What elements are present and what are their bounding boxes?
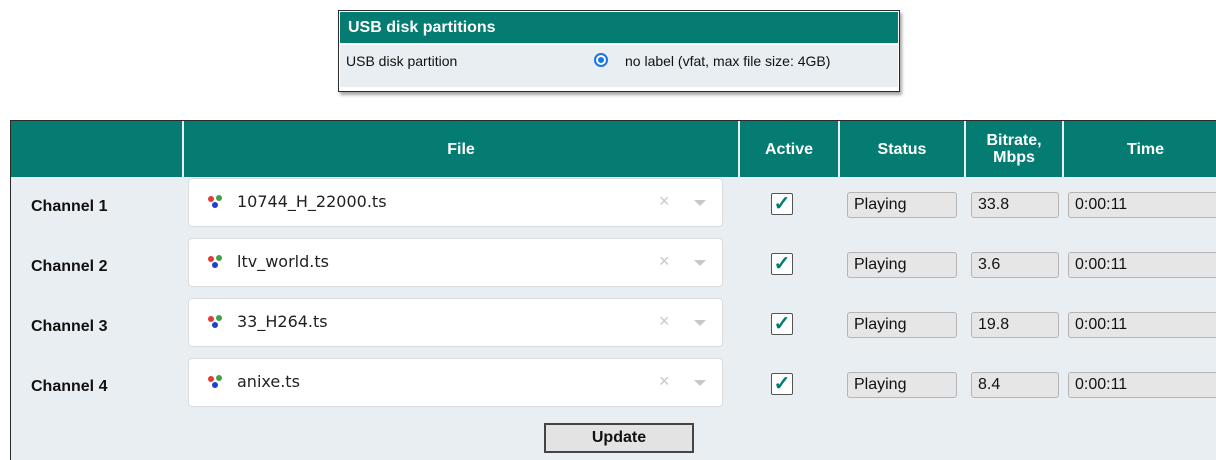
usb-partitions-panel: USB disk partitions USB disk partition n… [338,10,900,92]
check-icon: ✓ [773,253,791,275]
header-bitrate-line1: Bitrate, [986,132,1042,149]
update-button[interactable]: Update [544,423,694,453]
channel-label: Channel 4 [31,378,108,395]
header-file: File [184,121,738,177]
time-field: 0:00:11 [1068,372,1216,398]
usb-partition-row: USB disk partition no label (vfat, max f… [340,45,898,87]
rgb-dots-icon [208,255,222,268]
rgb-dots-icon [208,315,222,328]
status-field: Playing [847,192,957,218]
chevron-down-icon[interactable] [694,380,706,386]
usb-partition-radio[interactable] [594,53,608,67]
channels-table: File Active Status Bitrate, Mbps Time Ch… [10,120,1216,460]
chevron-down-icon[interactable] [694,260,706,266]
channel-label: Channel 3 [31,318,108,335]
file-name: 10744_H_22000.ts [237,192,387,211]
chevron-down-icon[interactable] [694,320,706,326]
bitrate-field: 19.8 [971,312,1059,338]
header-bitrate-line2: Mbps [993,149,1035,166]
file-select[interactable]: ltv_world.ts × [188,238,723,287]
check-icon: ✓ [773,373,791,395]
status-field: Playing [847,372,957,398]
bitrate-field: 3.6 [971,252,1059,278]
bitrate-field: 33.8 [971,192,1059,218]
file-name: ltv_world.ts [237,252,329,271]
check-icon: ✓ [773,313,791,335]
usb-partition-value: no label (vfat, max file size: 4GB) [625,53,831,69]
channel-label: Channel 2 [31,258,108,275]
header-time: Time [1064,121,1216,177]
active-checkbox[interactable]: ✓ [771,253,793,275]
rgb-dots-icon [208,195,222,208]
file-select[interactable]: 10744_H_22000.ts × [188,178,723,227]
active-checkbox[interactable]: ✓ [771,373,793,395]
time-field: 0:00:11 [1068,312,1216,338]
clear-icon[interactable]: × [659,371,670,392]
check-icon: ✓ [773,193,791,215]
active-checkbox[interactable]: ✓ [771,193,793,215]
status-field: Playing [847,312,957,338]
clear-icon[interactable]: × [659,191,670,212]
usb-partitions-title: USB disk partitions [340,12,898,43]
status-field: Playing [847,252,957,278]
clear-icon[interactable]: × [659,251,670,272]
file-select[interactable]: anixe.ts × [188,358,723,407]
time-field: 0:00:11 [1068,252,1216,278]
header-channel [11,121,182,177]
file-name: anixe.ts [237,372,300,391]
channel-label: Channel 1 [31,198,108,215]
clear-icon[interactable]: × [659,311,670,332]
file-select[interactable]: 33_H264.ts × [188,298,723,347]
header-bitrate: Bitrate, Mbps [966,121,1062,177]
header-status: Status [840,121,964,177]
header-active: Active [740,121,838,177]
bitrate-field: 8.4 [971,372,1059,398]
usb-partition-label: USB disk partition [346,53,458,69]
rgb-dots-icon [208,375,222,388]
file-name: 33_H264.ts [237,312,328,331]
chevron-down-icon[interactable] [694,200,706,206]
active-checkbox[interactable]: ✓ [771,313,793,335]
time-field: 0:00:11 [1068,192,1216,218]
